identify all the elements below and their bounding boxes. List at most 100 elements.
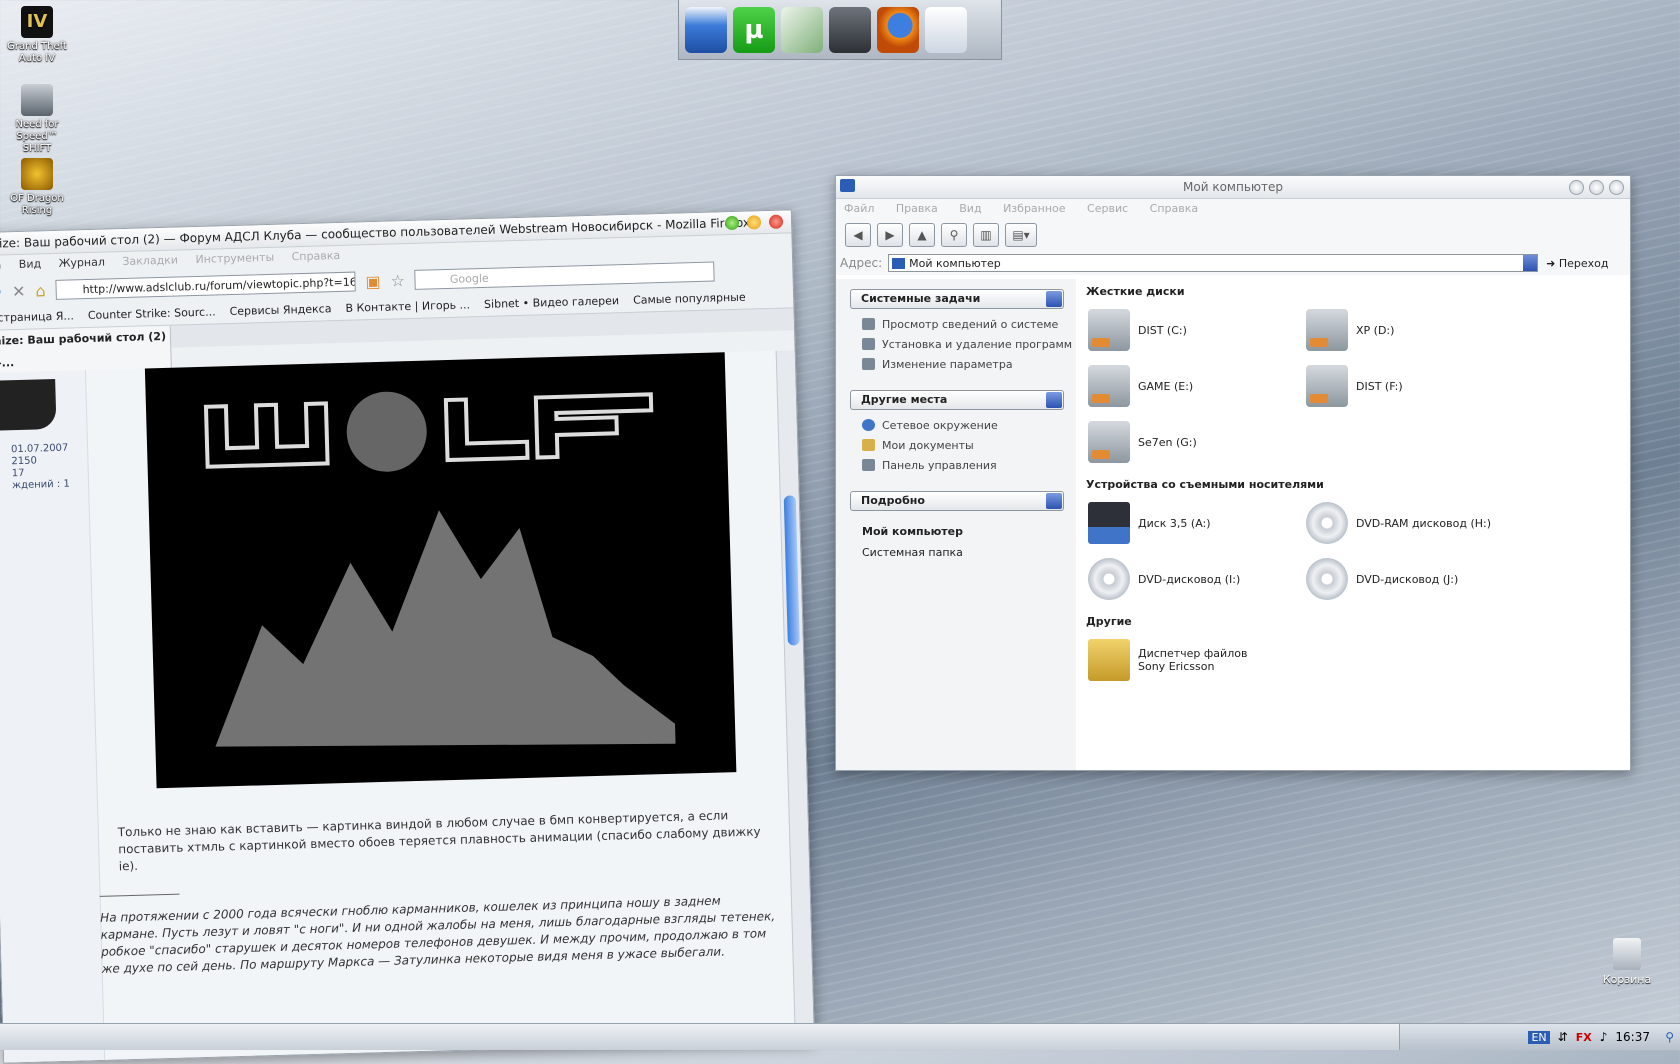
sony-ericsson-manager[interactable]: Диспетчер файлов Sony Ericsson bbox=[1088, 638, 1306, 682]
collapse-icon bbox=[1046, 493, 1062, 509]
network-icon[interactable]: ⇵ bbox=[1558, 1030, 1568, 1044]
menu-help[interactable]: Справка bbox=[1150, 202, 1198, 215]
address-label: Адрес: bbox=[840, 256, 883, 270]
star-icon[interactable]: ☆ bbox=[390, 271, 405, 290]
address-bar: Адрес: Мой компьютер ➜ Переход bbox=[836, 251, 1630, 275]
menu-tools[interactable]: Сервис bbox=[1087, 202, 1128, 215]
menu-tools[interactable]: Инструменты bbox=[195, 251, 274, 266]
menu-history[interactable]: Журнал bbox=[58, 256, 105, 270]
menu-edit[interactable]: Правка bbox=[896, 202, 938, 215]
menu-favorites[interactable]: Избранное bbox=[1003, 202, 1065, 215]
desktop-icon-dragon-rising[interactable]: OF Dragon Rising bbox=[4, 158, 70, 217]
close-button[interactable] bbox=[1609, 180, 1624, 195]
gta4-icon: IV bbox=[21, 6, 53, 38]
post-info-line: 01.07.2007 bbox=[10, 442, 69, 456]
drive-j[interactable]: DVD-дисковод (J:) bbox=[1306, 557, 1524, 601]
desktop-icon-label: OF Dragon Rising bbox=[10, 193, 64, 216]
place-my-documents[interactable]: Мои документы bbox=[862, 438, 1076, 453]
hard-drive-icon bbox=[1306, 309, 1348, 351]
up-button[interactable]: ▲ bbox=[909, 223, 935, 247]
drive-label: DIST (C:) bbox=[1138, 323, 1187, 337]
panel-system-tasks[interactable]: Системные задачи bbox=[850, 289, 1064, 309]
minimize-button[interactable] bbox=[1569, 180, 1584, 195]
post-author-column: 01.07.2007 2150 17 ждений : 1 bbox=[0, 370, 106, 1063]
maximize-button[interactable] bbox=[1589, 180, 1604, 195]
reload-icon[interactable]: ↻ bbox=[0, 282, 2, 301]
go-button[interactable]: ➜ Переход bbox=[1546, 257, 1608, 270]
task-change-setting[interactable]: Изменение параметра bbox=[862, 357, 1076, 372]
place-network[interactable]: Сетевое окружение bbox=[862, 418, 1076, 433]
task-label: Просмотр сведений о системе bbox=[882, 318, 1059, 331]
bookmark-item[interactable]: Самые популярные bbox=[633, 287, 746, 312]
folder-icon bbox=[1088, 639, 1130, 681]
search-input[interactable]: Google bbox=[414, 261, 716, 290]
place-label: Сетевое окружение bbox=[882, 419, 998, 432]
drive-label: Se7en (G:) bbox=[1138, 435, 1197, 449]
clock: 16:37 bbox=[1615, 1030, 1650, 1044]
drive-a[interactable]: Диск 3,5 (A:) bbox=[1088, 501, 1306, 545]
app-tray-icon[interactable]: FX bbox=[1576, 1031, 1592, 1044]
scrollbar-thumb[interactable] bbox=[783, 495, 800, 646]
drive-label: DVD-RAM дисковод (H:) bbox=[1356, 516, 1492, 530]
hard-drive-icon bbox=[1088, 421, 1130, 463]
drive-g[interactable]: Se7en (G:) bbox=[1088, 420, 1306, 464]
close-button[interactable] bbox=[768, 214, 784, 229]
bookmark-item[interactable]: Сервисы Яндекса bbox=[229, 298, 332, 323]
drive-i[interactable]: DVD-дисковод (I:) bbox=[1088, 557, 1306, 601]
post-info-line: ждений : 1 bbox=[11, 478, 70, 492]
volume-icon[interactable]: ♪ bbox=[1600, 1030, 1608, 1044]
drive-d[interactable]: XP (D:) bbox=[1306, 308, 1524, 352]
utorrent-icon[interactable]: µ bbox=[733, 6, 775, 53]
task-system-info[interactable]: Просмотр сведений о системе bbox=[862, 317, 1076, 332]
system-info-icon bbox=[862, 318, 875, 330]
menu-file[interactable]: Файл bbox=[844, 202, 874, 215]
maximize-button[interactable] bbox=[746, 215, 762, 230]
rss-icon[interactable]: ▣ bbox=[365, 271, 381, 290]
details-name: Мой компьютер bbox=[862, 525, 964, 538]
bookmark-item[interactable]: я страница Я... bbox=[0, 305, 74, 329]
imac-icon[interactable] bbox=[685, 6, 727, 53]
language-indicator[interactable]: EN bbox=[1528, 1030, 1550, 1044]
panel-details[interactable]: Подробно bbox=[850, 491, 1064, 511]
views-button[interactable]: ▤▾ bbox=[1005, 223, 1037, 247]
drive-e[interactable]: GAME (E:) bbox=[1088, 364, 1306, 408]
documents-icon bbox=[862, 439, 875, 451]
explorer-titlebar: Мой компьютер bbox=[836, 176, 1630, 199]
panel-other-places[interactable]: Другие места bbox=[850, 390, 1064, 410]
drive-f[interactable]: DIST (F:) bbox=[1306, 364, 1524, 408]
menu-edit[interactable]: ка bbox=[0, 258, 1, 271]
task-add-remove[interactable]: Установка и удаление программ bbox=[862, 337, 1076, 352]
home-icon[interactable]: ⌂ bbox=[35, 281, 46, 300]
recycle-bin[interactable]: Корзина bbox=[1592, 938, 1662, 986]
windows-icon[interactable] bbox=[925, 6, 967, 53]
menu-help[interactable]: Справка bbox=[291, 249, 340, 263]
disk-icon[interactable] bbox=[781, 6, 823, 53]
url-input[interactable]: http://www.adslclub.ru/forum/viewtopic.p… bbox=[55, 271, 356, 300]
drive-c[interactable]: DIST (C:) bbox=[1088, 308, 1306, 352]
hard-drive-icon bbox=[1088, 365, 1130, 407]
hard-drive-icon bbox=[1306, 365, 1348, 407]
desktop-icon-nfs-shift[interactable]: Need for Speed™ SHIFT bbox=[4, 84, 70, 155]
system-tray: EN ⇵ FX ♪ 16:37 ⚲ bbox=[1399, 1024, 1680, 1050]
folders-button[interactable]: ▥ bbox=[973, 223, 999, 247]
place-control-panel[interactable]: Панель управления bbox=[862, 458, 1076, 473]
firefox-icon[interactable] bbox=[877, 6, 919, 53]
forward-button[interactable]: ▶ bbox=[877, 223, 903, 247]
computer-icon bbox=[892, 258, 906, 269]
stop-icon[interactable]: ✕ bbox=[12, 281, 26, 300]
dragon-rising-icon bbox=[21, 158, 53, 190]
drive-h[interactable]: DVD-RAM дисковод (H:) bbox=[1306, 501, 1524, 545]
menu-view[interactable]: Вид bbox=[959, 202, 981, 215]
desktop-icon-gta4[interactable]: IV Grand Theft Auto IV bbox=[4, 6, 70, 65]
search-button[interactable]: ⚲ bbox=[941, 223, 967, 247]
settings-icon[interactable] bbox=[829, 6, 871, 53]
back-button[interactable]: ◀ bbox=[845, 223, 871, 247]
address-input[interactable]: Мой компьютер bbox=[888, 254, 1539, 272]
control-panel-icon bbox=[862, 459, 875, 471]
post-info: 01.07.2007 2150 17 ждений : 1 bbox=[11, 443, 70, 493]
search-icon[interactable]: ⚲ bbox=[1665, 1030, 1674, 1044]
dvd-icon bbox=[1306, 558, 1348, 600]
menu-view[interactable]: Вид bbox=[19, 257, 42, 271]
menu-bookmarks[interactable]: Закладки bbox=[122, 253, 178, 268]
address-dropdown[interactable] bbox=[1523, 255, 1538, 271]
